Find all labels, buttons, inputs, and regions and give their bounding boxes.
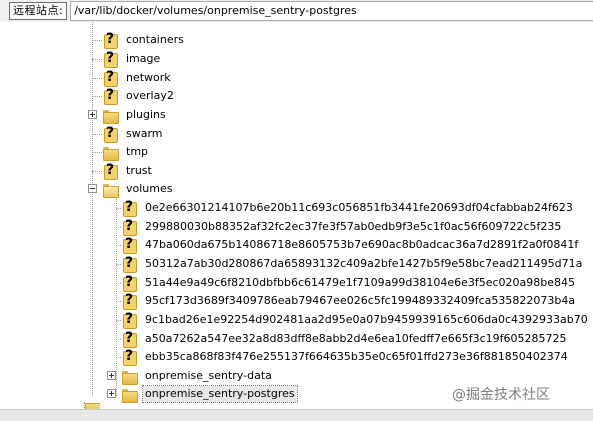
tree-item-label: 0e2e66301214107b6e20b11c693c056851fb3441… <box>145 201 573 214</box>
tree-item-label: tmp <box>126 145 149 158</box>
question-icon <box>121 218 137 236</box>
remote-site-label: 远程站点: <box>9 2 68 20</box>
tree-item-image[interactable]: image <box>92 50 162 68</box>
tree-item-label: 51a44e9a49c6f8210dbfbb6c61479e1f7109a99d… <box>145 276 576 289</box>
tree-item-plugins[interactable]: plugins <box>88 106 168 124</box>
tree-item-label: onpremise_sentry-postgres <box>142 385 298 403</box>
tree-item-label: 50312a7ab30d280867da65893132c409a2bfe142… <box>145 257 583 270</box>
tree-item-volume[interactable]: 299880030b88352af32fc2ec37fe3f57ab0edb9f… <box>116 218 563 236</box>
tree-item-volume[interactable]: 9c1bad26e1e92254d902481aa2d95e0a07b94599… <box>116 311 590 329</box>
expand-icon[interactable] <box>88 110 97 119</box>
tree-item-label: onpremise_sentry-data <box>145 369 272 382</box>
folder-icon <box>121 386 138 403</box>
tree-item-label: 95cf173d3689f3409786eab79467ee026c5fc199… <box>145 294 576 307</box>
question-icon <box>102 162 118 180</box>
tree-item-label: containers <box>126 33 184 46</box>
question-icon <box>121 255 137 273</box>
tree-item-label: overlay2 <box>126 89 174 102</box>
tree-item-label: trust <box>126 164 152 177</box>
tree-item-overlay2[interactable]: overlay2 <box>92 87 176 105</box>
tree-item-onpremise-sentry-data[interactable]: onpremise_sentry-data <box>107 367 274 385</box>
collapse-icon[interactable] <box>88 184 97 193</box>
tree-item-volume[interactable]: 0e2e66301214107b6e20b11c693c056851fb3441… <box>116 199 575 217</box>
question-icon <box>102 31 118 49</box>
tree-item-containers[interactable]: containers <box>92 31 186 49</box>
question-icon <box>121 292 137 310</box>
tree-item-label: volumes <box>126 182 173 195</box>
horizontal-scrollbar[interactable] <box>0 409 593 421</box>
question-icon <box>102 69 118 87</box>
folder-icon <box>121 368 138 385</box>
folder-open-icon <box>102 181 119 198</box>
tree-item-volumes[interactable]: volumes <box>88 180 174 198</box>
folder-icon <box>102 144 119 161</box>
expand-icon[interactable] <box>107 371 116 380</box>
question-icon <box>121 236 137 254</box>
tree-item-label: 47ba060da675b14086718e8605753b7e690ac8b0… <box>145 238 579 251</box>
tree-item-label: 299880030b88352af32fc2ec37fe3f57ab0edb9f… <box>145 220 562 233</box>
tree-item-label: ebb35ca868f83f476e255137f664635b35e0c65f… <box>145 350 568 363</box>
tree-item-label: a50a7262a547ee32a8d83dff8e8abb2d4e6ea10f… <box>145 332 567 345</box>
remote-path-input[interactable]: /var/lib/docker/volumes/onpremise_sentry… <box>70 1 593 21</box>
question-icon <box>121 311 137 329</box>
tree-item-tmp[interactable]: tmp <box>92 143 150 161</box>
question-icon <box>121 330 137 348</box>
tree-item-volume[interactable]: 95cf173d3689f3409786eab79467ee026c5fc199… <box>116 292 577 310</box>
tree-item-label: swarm <box>126 127 163 140</box>
folder-icon <box>102 107 119 124</box>
question-icon <box>102 87 118 105</box>
tree-item-volume[interactable]: ebb35ca868f83f476e255137f664635b35e0c65f… <box>116 348 570 366</box>
tree-item-swarm[interactable]: swarm <box>92 125 165 143</box>
tree-item-label: plugins <box>126 108 166 121</box>
expand-icon[interactable] <box>107 389 116 398</box>
tree-item-label: image <box>126 52 161 65</box>
question-icon <box>121 199 137 217</box>
question-icon <box>121 348 137 366</box>
question-icon <box>102 125 118 143</box>
remote-directory-tree: containers image network overlay2 plugin… <box>0 22 593 421</box>
address-bar: 远程站点: /var/lib/docker/volumes/onpremise_… <box>0 0 593 22</box>
tree-item-onpremise-sentry-postgres[interactable]: onpremise_sentry-postgres <box>107 385 298 403</box>
question-icon <box>121 274 137 292</box>
question-icon <box>102 50 118 68</box>
tree-item-volume[interactable]: 51a44e9a49c6f8210dbfbb6c61479e1f7109a99d… <box>116 274 577 292</box>
watermark-text: @掘金技术社区 <box>452 387 550 403</box>
tree-item-trust[interactable]: trust <box>92 162 154 180</box>
tree-item-label: 9c1bad26e1e92254d902481aa2d95e0a07b94599… <box>145 313 588 326</box>
tree-item-volume[interactable]: a50a7262a547ee32a8d83dff8e8abb2d4e6ea10f… <box>116 330 568 348</box>
tree-item-label: network <box>126 71 171 84</box>
tree-item-network[interactable]: network <box>92 69 173 87</box>
tree-item-volume[interactable]: 50312a7ab30d280867da65893132c409a2bfe142… <box>116 255 584 273</box>
tree-item-volume[interactable]: 47ba060da675b14086718e8605753b7e690ac8b0… <box>116 236 580 254</box>
